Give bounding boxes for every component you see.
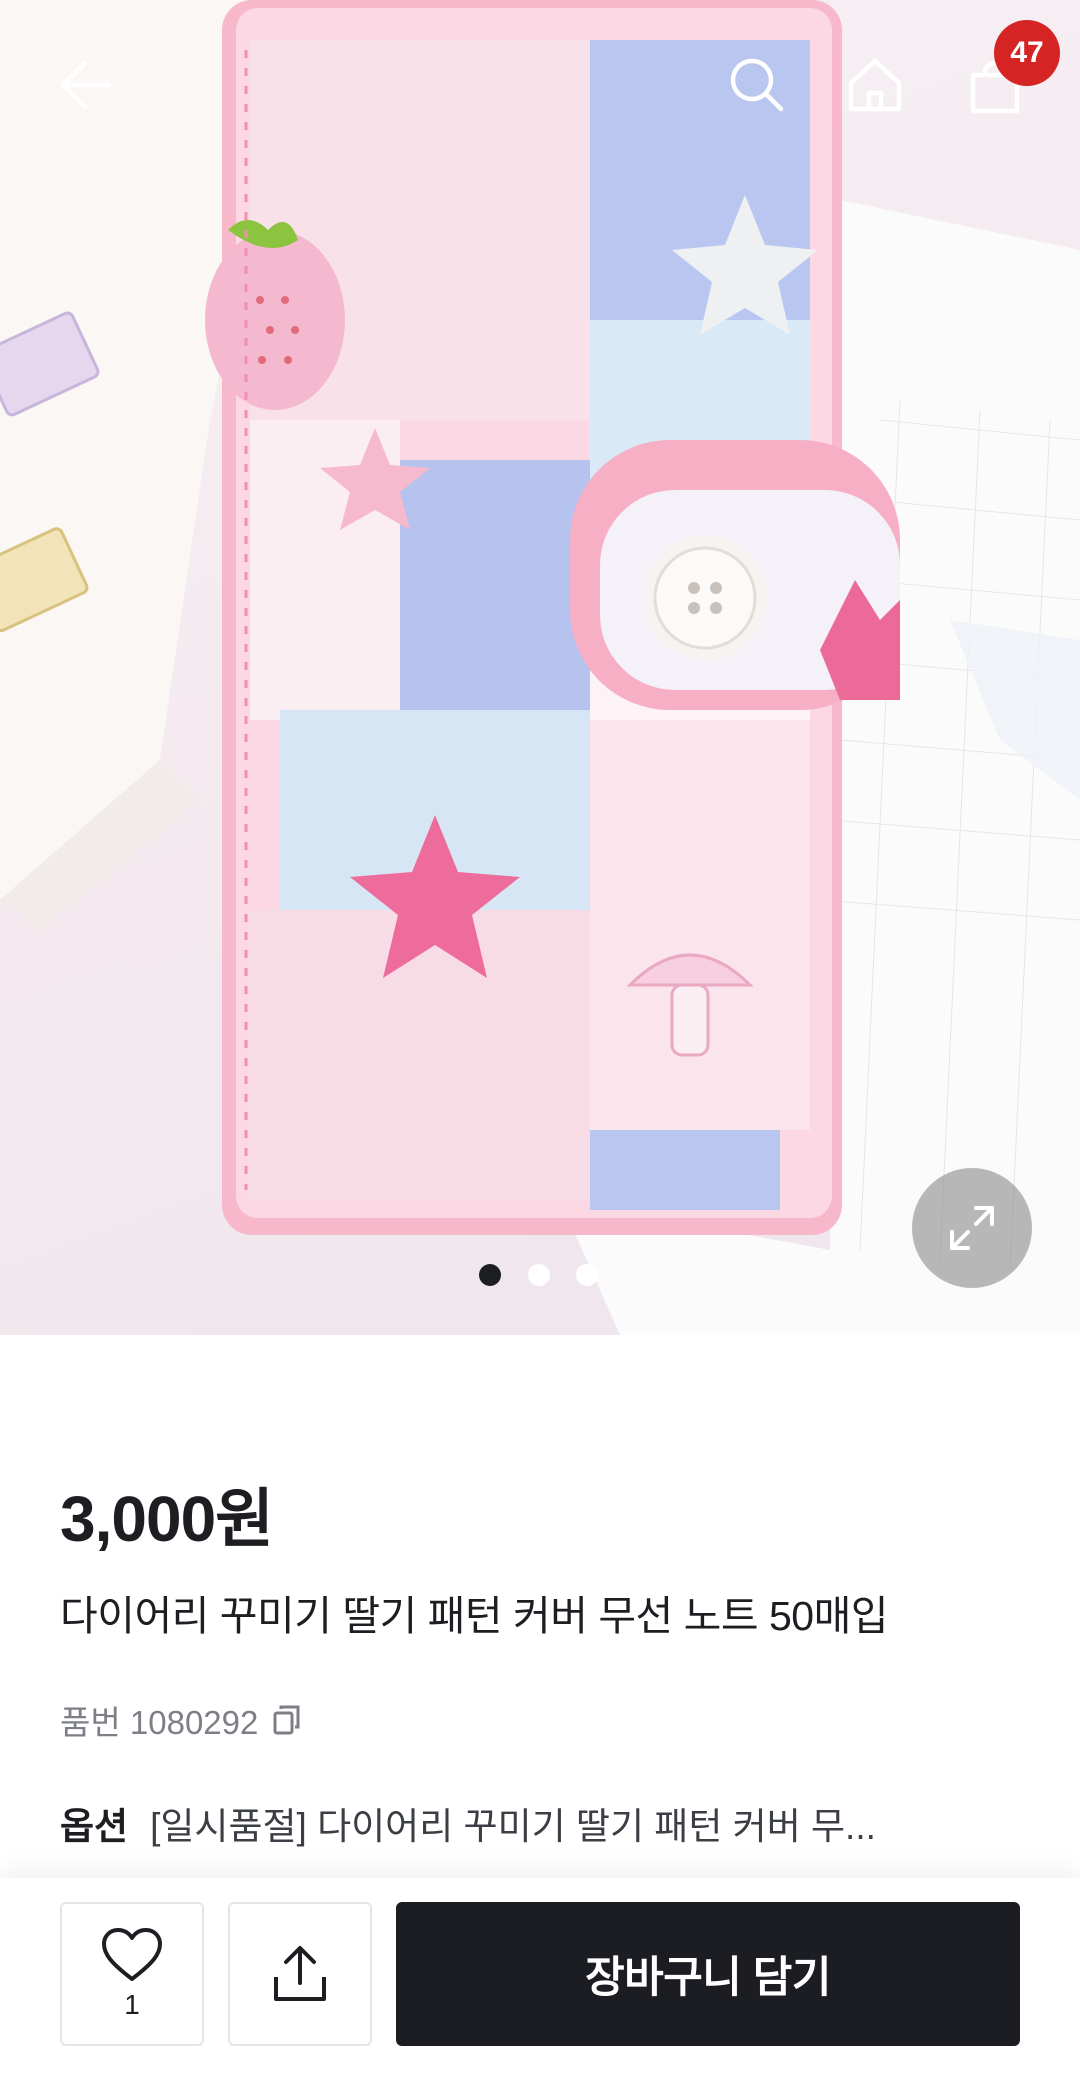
like-button[interactable]: 1 bbox=[60, 1902, 204, 2046]
product-title: 다이어리 꾸미기 딸기 패턴 커버 무선 노트 50매입 bbox=[60, 1593, 889, 1639]
copy-code-button[interactable] bbox=[272, 1704, 302, 1736]
share-icon bbox=[274, 1946, 326, 2001]
product-photo bbox=[0, 0, 1080, 1335]
option-value: [일시품절] 다이어리 꾸미기 딸기 패턴 커버 무... bbox=[150, 1806, 876, 1847]
back-arrow-icon bbox=[60, 60, 112, 110]
product-image-gallery[interactable]: 47 bbox=[0, 0, 1080, 1335]
gallery-dot-1[interactable] bbox=[479, 1264, 501, 1286]
option-row[interactable]: 옵션 [일시품절] 다이어리 꾸미기 딸기 패턴 커버 무... bbox=[60, 1796, 950, 1850]
bottom-action-bar: 1 장바구니 담기 bbox=[0, 1878, 1080, 2093]
like-count: 1 bbox=[124, 1989, 140, 2020]
expand-arrows-icon bbox=[950, 1206, 994, 1250]
add-to-cart-button[interactable]: 장바구니 담기 bbox=[396, 1902, 1020, 2046]
gallery-dot-2[interactable] bbox=[528, 1264, 550, 1286]
heart-icon bbox=[102, 1928, 162, 1981]
product-price: 3,000원 bbox=[60, 1483, 274, 1555]
gallery-dot-3[interactable] bbox=[576, 1264, 598, 1286]
home-button[interactable] bbox=[830, 40, 920, 130]
top-navigation-bar: 47 bbox=[0, 0, 1080, 170]
product-code: 품번 1080292 bbox=[60, 1704, 259, 1741]
product-code-row: 품번 1080292 bbox=[60, 1696, 302, 1744]
share-button[interactable] bbox=[228, 1902, 372, 2046]
option-label: 옵션 bbox=[60, 1806, 129, 1847]
search-button[interactable] bbox=[712, 40, 802, 130]
back-button[interactable] bbox=[38, 40, 128, 130]
expand-image-button[interactable] bbox=[912, 1168, 1032, 1288]
gallery-pagination bbox=[0, 1264, 1080, 1288]
home-icon bbox=[848, 58, 902, 112]
cart-count-badge: 47 bbox=[994, 20, 1060, 86]
search-icon bbox=[730, 58, 784, 112]
copy-icon bbox=[273, 1705, 300, 1735]
